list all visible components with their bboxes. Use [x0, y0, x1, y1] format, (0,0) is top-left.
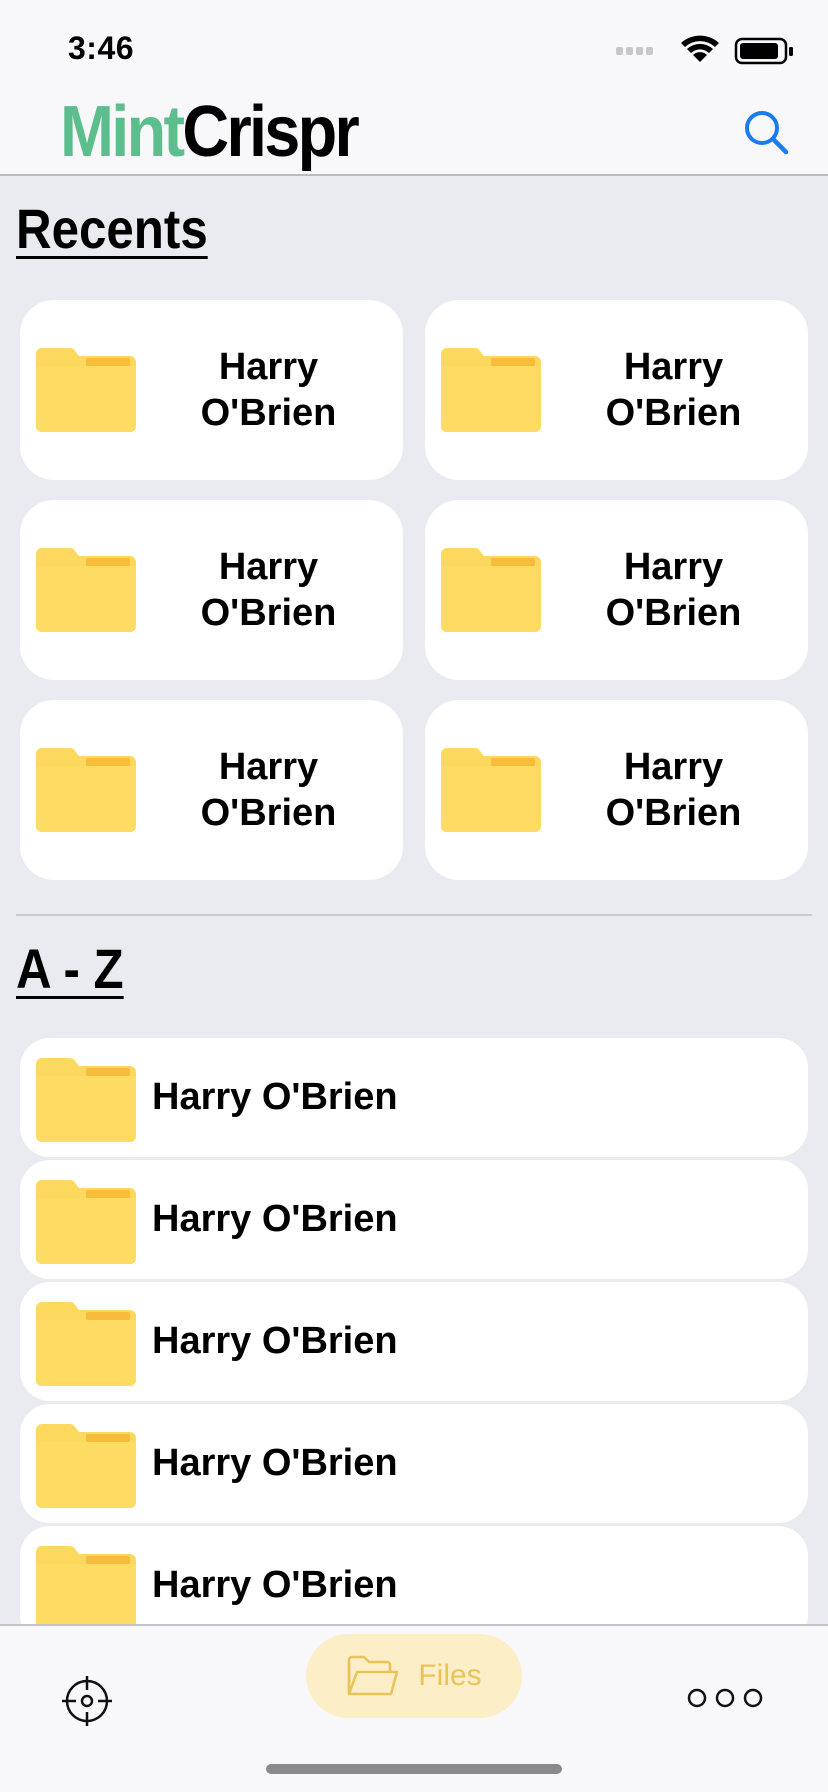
recent-folder-card[interactable]: Harry O'Brien	[425, 700, 808, 880]
more-dots-icon	[687, 1688, 763, 1708]
az-heading: A - Z	[16, 937, 124, 1000]
az-list: Harry O'Brien Harry O'Brien Harry O'Brien H…	[20, 1038, 808, 1645]
tab-locate[interactable]	[60, 1674, 114, 1728]
recent-folder-name-line1: Harry	[623, 346, 724, 388]
folder-icon	[36, 348, 136, 432]
app-logo: MintCrispr	[60, 92, 360, 172]
brand-mint: Mint	[60, 92, 185, 172]
folder-icon	[36, 1546, 136, 1630]
folder-icon	[36, 548, 136, 632]
folder-icon	[441, 548, 541, 632]
list-item[interactable]: Harry O'Brien	[20, 1404, 808, 1523]
folder-icon	[36, 1180, 136, 1264]
top-bar: 3:46 MintCrispr	[0, 0, 828, 176]
list-item[interactable]: Harry O'Brien	[20, 1160, 808, 1279]
signal-icon	[616, 47, 653, 55]
recent-folder-name-line1: Harry	[623, 746, 724, 788]
tab-files-label: Files	[418, 1659, 482, 1692]
list-item-label: Harry O'Brien	[152, 1198, 398, 1240]
recent-folder-name: Harry O'Brien	[150, 344, 387, 436]
recent-folder-name: Harry O'Brien	[150, 744, 387, 836]
recent-folder-name-line2: O'Brien	[605, 392, 742, 434]
recents-grid: Harry O'Brien Harry O'Brien Harry O'Brien Harr…	[20, 300, 808, 880]
battery-icon	[734, 37, 793, 65]
folder-icon	[36, 1424, 136, 1508]
search-icon	[745, 111, 789, 155]
status-icons	[616, 35, 793, 65]
recent-folder-name-line1: Harry	[218, 346, 319, 388]
list-item-label: Harry O'Brien	[152, 1076, 398, 1118]
folder-icon	[441, 748, 541, 832]
recent-folder-card[interactable]: Harry O'Brien	[20, 500, 403, 680]
section-divider	[16, 914, 812, 916]
recent-folder-name: Harry O'Brien	[555, 744, 792, 836]
folder-icon	[441, 348, 541, 432]
folder-icon	[36, 1302, 136, 1386]
recent-folder-name-line2: O'Brien	[200, 392, 337, 434]
open-folder-icon	[348, 1655, 399, 1696]
list-item-label: Harry O'Brien	[152, 1320, 398, 1362]
recent-folder-name: Harry O'Brien	[150, 544, 387, 636]
recent-folder-name: Harry O'Brien	[555, 544, 792, 636]
folder-icon	[36, 748, 136, 832]
wifi-icon	[681, 35, 719, 62]
recent-folder-name-line1: Harry	[218, 746, 319, 788]
recent-folder-name-line1: Harry	[623, 546, 724, 588]
recent-folder-name-line2: O'Brien	[605, 592, 742, 634]
recent-folder-name: Harry O'Brien	[555, 344, 792, 436]
tab-files[interactable]: Files	[306, 1634, 522, 1718]
recent-folder-name-line2: O'Brien	[605, 792, 742, 834]
search-button[interactable]	[740, 106, 792, 158]
status-time: 3:46	[68, 30, 135, 66]
recent-folder-name-line1: Harry	[218, 546, 319, 588]
recent-folder-card[interactable]: Harry O'Brien	[425, 500, 808, 680]
tab-more[interactable]	[682, 1678, 768, 1718]
recent-folder-card[interactable]: Harry O'Brien	[20, 700, 403, 880]
recents-heading: Recents	[16, 197, 208, 260]
home-indicator	[266, 1764, 562, 1774]
recent-folder-name-line2: O'Brien	[200, 792, 337, 834]
list-item[interactable]: Harry O'Brien	[20, 1038, 808, 1157]
brand-crispr: Crispr	[182, 92, 359, 172]
folder-icon	[36, 1058, 136, 1142]
recent-folder-name-line2: O'Brien	[200, 592, 337, 634]
list-item-label: Harry O'Brien	[152, 1442, 398, 1484]
list-item[interactable]: Harry O'Brien	[20, 1282, 808, 1401]
recent-folder-card[interactable]: Harry O'Brien	[20, 300, 403, 480]
crosshair-icon	[62, 1676, 112, 1726]
recent-folder-card[interactable]: Harry O'Brien	[425, 300, 808, 480]
